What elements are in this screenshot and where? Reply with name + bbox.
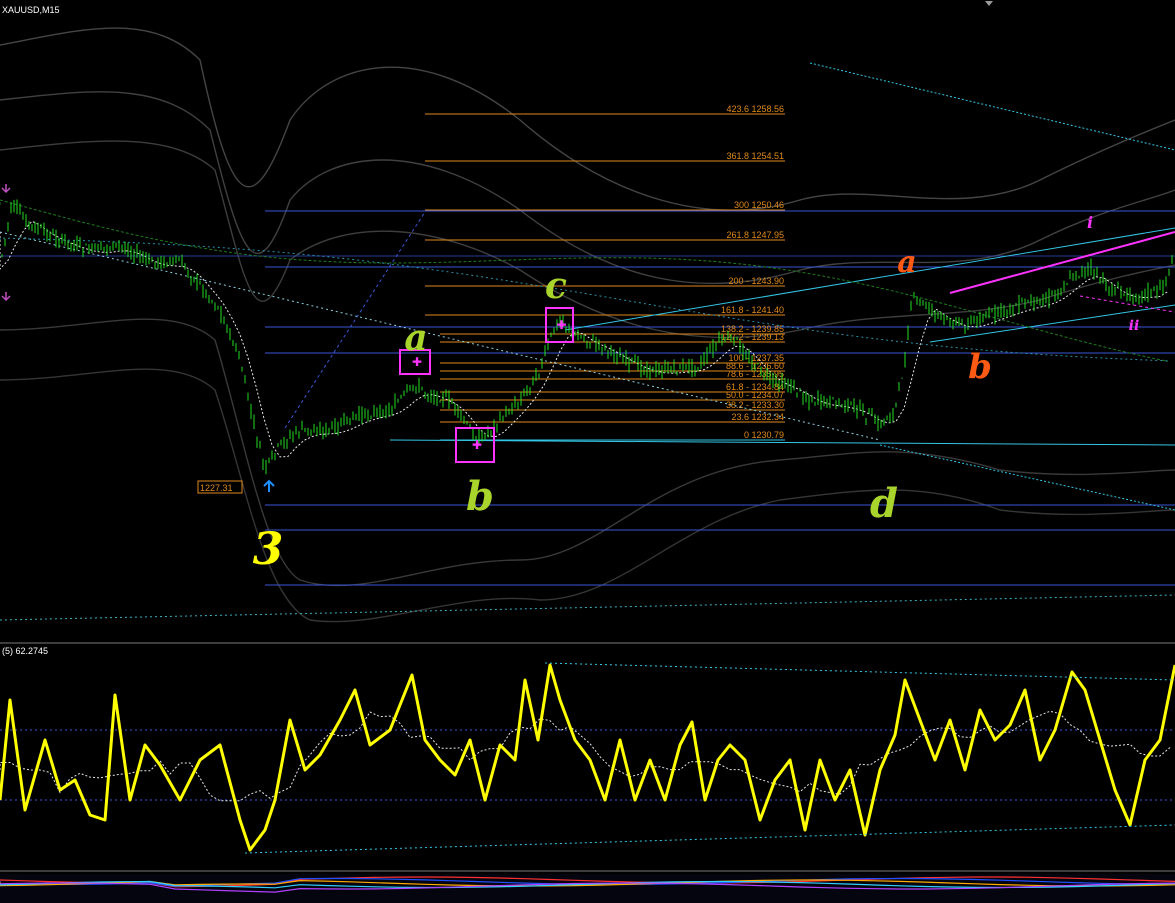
- fibo-level-label: 423.6 1258.56: [726, 104, 784, 114]
- symbol-label: XAUUSD,M15: [2, 5, 60, 15]
- price-marker-label: 1227.31: [200, 483, 233, 493]
- wave-label: ii: [1129, 318, 1140, 334]
- wave-label: 3: [253, 524, 284, 575]
- bottom-indicator-strip: [0, 874, 1175, 903]
- fibo-level-label: 0 1230.79: [744, 430, 784, 440]
- fibo-level-label: 200 - 1243.90: [728, 276, 784, 286]
- cross-icon: ✚: [472, 438, 482, 452]
- trading-chart[interactable]: 423.6 1258.56 361.8 1254.51 300 1250.46 261…: [0, 0, 1175, 903]
- wave-label: b: [968, 347, 992, 387]
- fibo-level-label: 127.2 - 1239.13: [721, 332, 784, 342]
- fibo-level-label: 361.8 1254.51: [726, 151, 784, 161]
- fibo-level-label: 38.2 - 1233.30: [726, 400, 784, 410]
- wave-label: i: [1087, 213, 1093, 232]
- wave-label: c: [545, 265, 567, 307]
- wave-label: a: [897, 245, 916, 280]
- cross-icon: ✚: [557, 318, 567, 332]
- fibo-level-label: 50.0 - 1234.07: [726, 390, 784, 400]
- fibo-level-label: 300 1250.46: [734, 200, 784, 210]
- indicator-label: (5) 62.2745: [2, 646, 48, 656]
- wave-label: d: [870, 480, 898, 527]
- wave-label: b: [466, 473, 494, 520]
- fibo-level-label: 261.8 1247.95: [726, 230, 784, 240]
- wave-label: a: [404, 317, 427, 359]
- fibo-level-label: 161.8 - 1241.40: [721, 305, 784, 315]
- fibo-level-label: 23.6 1232.34: [731, 412, 784, 422]
